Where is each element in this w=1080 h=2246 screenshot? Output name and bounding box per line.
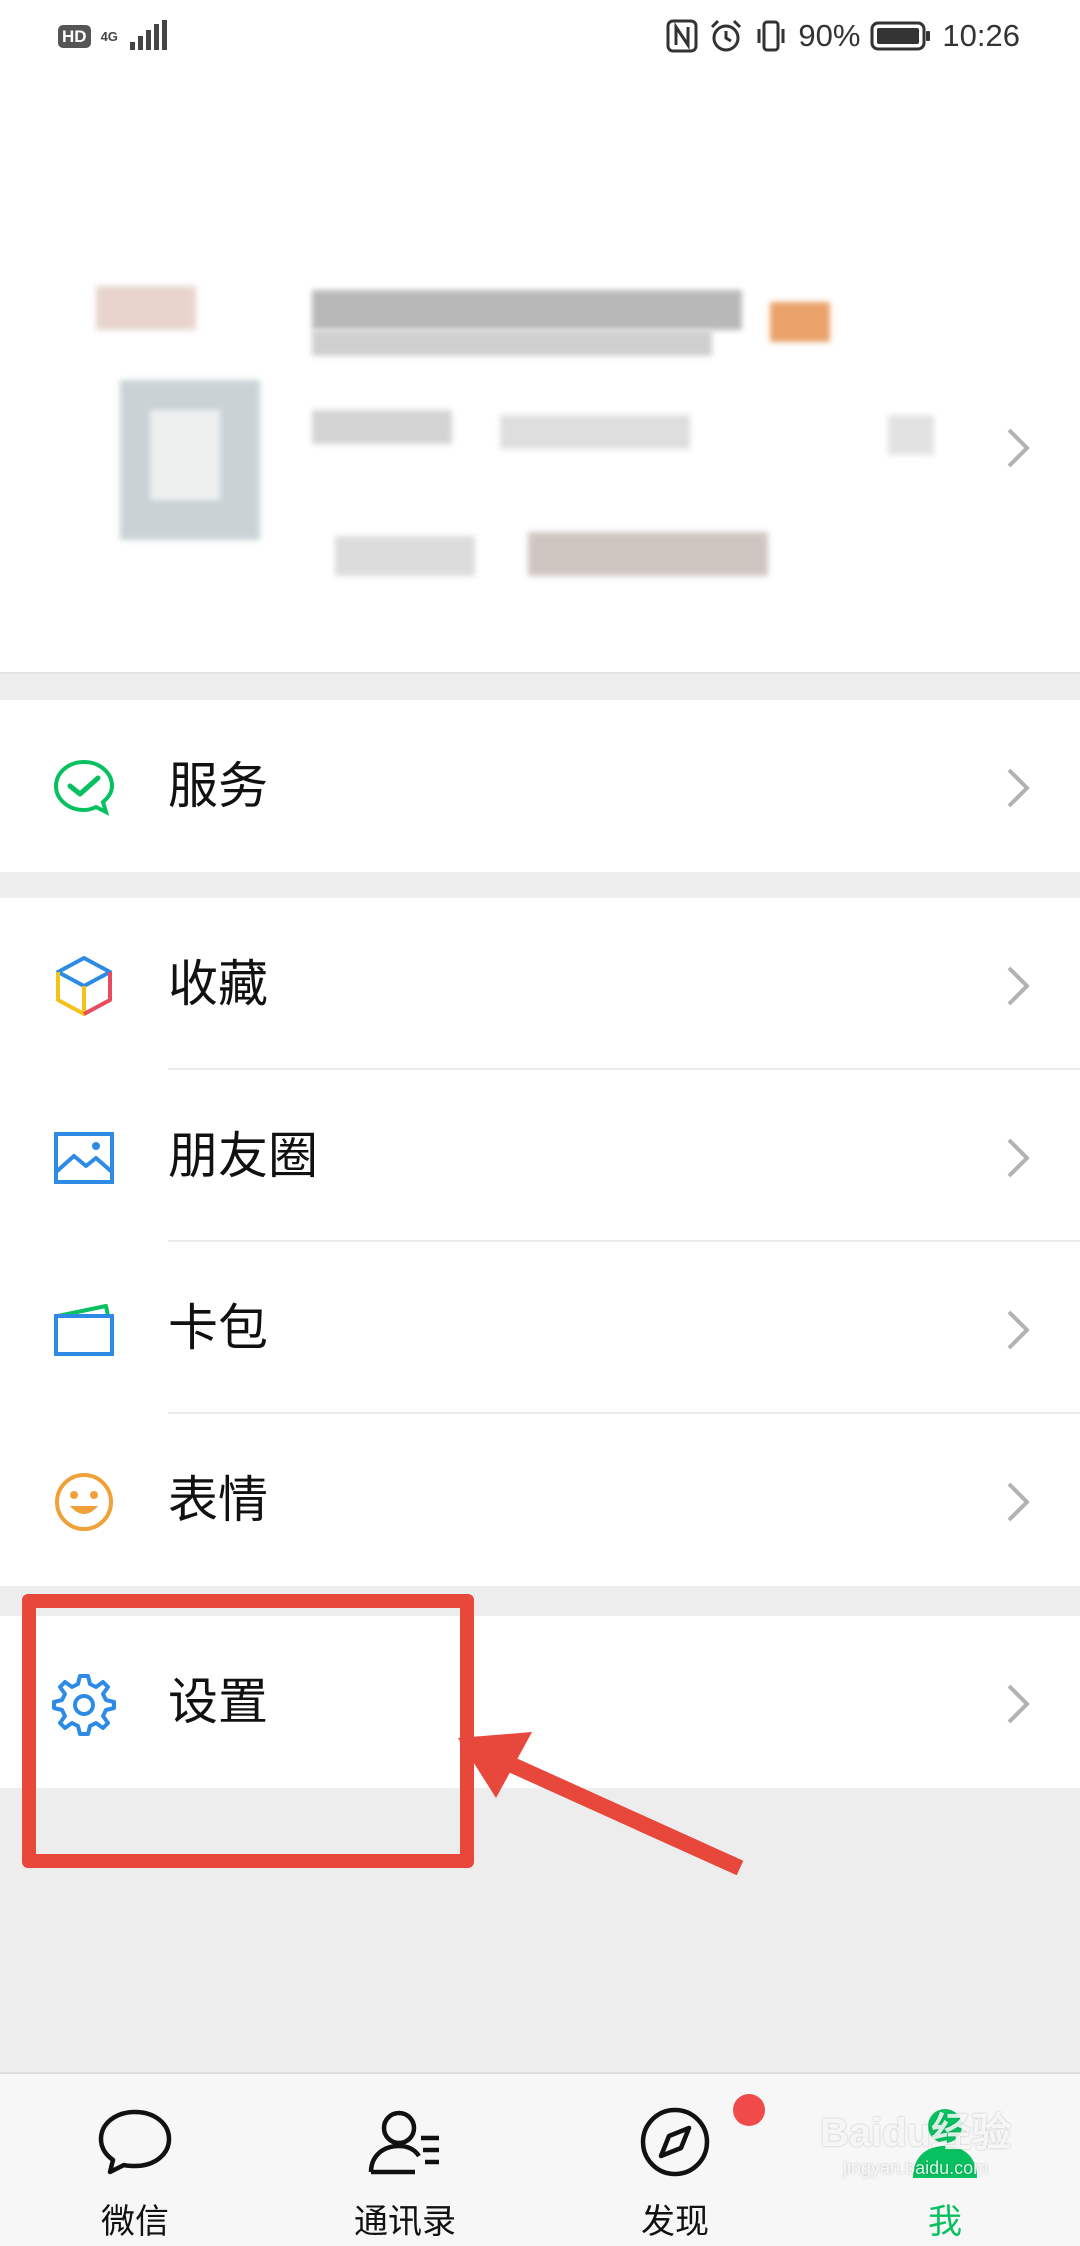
profile-card[interactable]	[0, 80, 1080, 674]
tab-contacts[interactable]: 通讯录	[270, 2074, 540, 2246]
annotation-arrow-icon	[458, 1732, 744, 1876]
menu-item-cards[interactable]: 卡包	[0, 1242, 1080, 1414]
vibrate-icon	[757, 20, 785, 52]
tab-label: 微信	[101, 2202, 169, 2242]
chat-bubble-icon	[98, 2109, 172, 2175]
baidu-jingyan-watermark: Baidu经验 jingyan.baidu.com	[820, 2100, 1011, 2179]
chevron-right-icon	[1007, 1482, 1030, 1522]
watermark-url: jingyan.baidu.com	[843, 2158, 989, 2178]
tab-label: 我	[928, 2202, 962, 2242]
chevron-right-icon	[1007, 768, 1030, 808]
battery-icon	[870, 21, 931, 51]
menu-item-service[interactable]: 服务	[0, 700, 1080, 872]
chevron-right-icon	[1007, 1138, 1030, 1178]
notification-dot	[733, 2094, 765, 2126]
network-type: 4G	[100, 28, 118, 44]
chevron-right-icon	[1007, 1310, 1030, 1350]
chevron-right-icon	[1007, 1684, 1030, 1724]
clock: 10:26	[942, 18, 1020, 53]
hd-badge: HD	[58, 24, 91, 48]
menu-group-main: 收藏 朋友圈 卡包 表情	[0, 898, 1080, 1586]
menu-item-moments[interactable]: 朋友圈	[0, 1070, 1080, 1242]
battery-percent: 90%	[798, 18, 861, 53]
menu-label: 卡包	[168, 1299, 268, 1357]
status-right: 90% 10:26	[666, 18, 1020, 54]
menu-group-service: 服务	[0, 700, 1080, 872]
tab-discover[interactable]: 发现	[540, 2074, 810, 2246]
status-left: HD 4G	[58, 20, 168, 52]
annotation-highlight-box	[22, 1594, 474, 1868]
menu-item-favorites[interactable]: 收藏	[0, 898, 1080, 1070]
menu-item-stickers[interactable]: 表情	[0, 1414, 1080, 1586]
alarm-icon	[711, 19, 742, 52]
menu-label: 收藏	[168, 955, 268, 1013]
chevron-right-icon	[1007, 428, 1030, 468]
tab-chats[interactable]: 微信	[0, 2074, 270, 2246]
image-icon	[54, 1132, 114, 1184]
tab-label: 通讯录	[354, 2202, 456, 2242]
status-bar: HD 4G 90% 10:26	[0, 0, 1080, 80]
tab-label: 发现	[641, 2202, 709, 2242]
nfc-icon	[666, 19, 698, 53]
chevron-right-icon	[1007, 966, 1030, 1006]
cube-icon	[56, 956, 112, 1016]
menu-label: 朋友圈	[168, 1127, 318, 1185]
compass-icon	[640, 2107, 710, 2177]
menu-label: 表情	[168, 1471, 268, 1529]
watermark-brand: Baidu经验	[820, 2111, 1012, 2155]
wechat-pay-check-icon	[53, 759, 115, 816]
contacts-icon	[368, 2110, 439, 2175]
wallet-icon	[54, 1304, 114, 1356]
menu-label: 服务	[168, 757, 268, 815]
signal-icon	[129, 20, 167, 50]
smiley-icon	[55, 1473, 113, 1531]
